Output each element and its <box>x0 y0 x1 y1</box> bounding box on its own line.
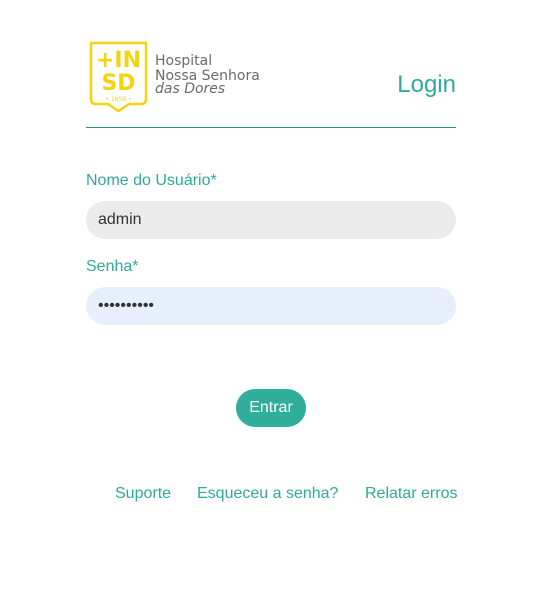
hospital-name-line3: das Dores <box>155 81 225 97</box>
hospital-logo: +IN SD • 1859 • Hospital Nossa Senhora d… <box>89 41 261 113</box>
page-title: Login <box>397 71 456 98</box>
support-link[interactable]: Suporte <box>115 485 171 503</box>
report-errors-link[interactable]: Relatar erros <box>365 485 457 503</box>
login-button[interactable]: Entrar <box>236 389 306 427</box>
hospital-name-line1: Hospital <box>155 53 212 69</box>
username-label: Nome do Usuário* <box>86 172 217 189</box>
login-page: +IN SD • 1859 • Hospital Nossa Senhora d… <box>0 0 535 600</box>
forgot-password-link[interactable]: Esqueceu a senha? <box>197 485 338 503</box>
logo-year: • 1859 • <box>105 96 131 103</box>
password-label: Senha* <box>86 258 139 275</box>
header-divider <box>86 127 456 128</box>
username-input[interactable] <box>86 201 456 239</box>
logo-mark-top: +IN <box>96 48 141 73</box>
password-input[interactable] <box>86 287 456 325</box>
logo-mark-bottom: SD <box>101 71 135 96</box>
